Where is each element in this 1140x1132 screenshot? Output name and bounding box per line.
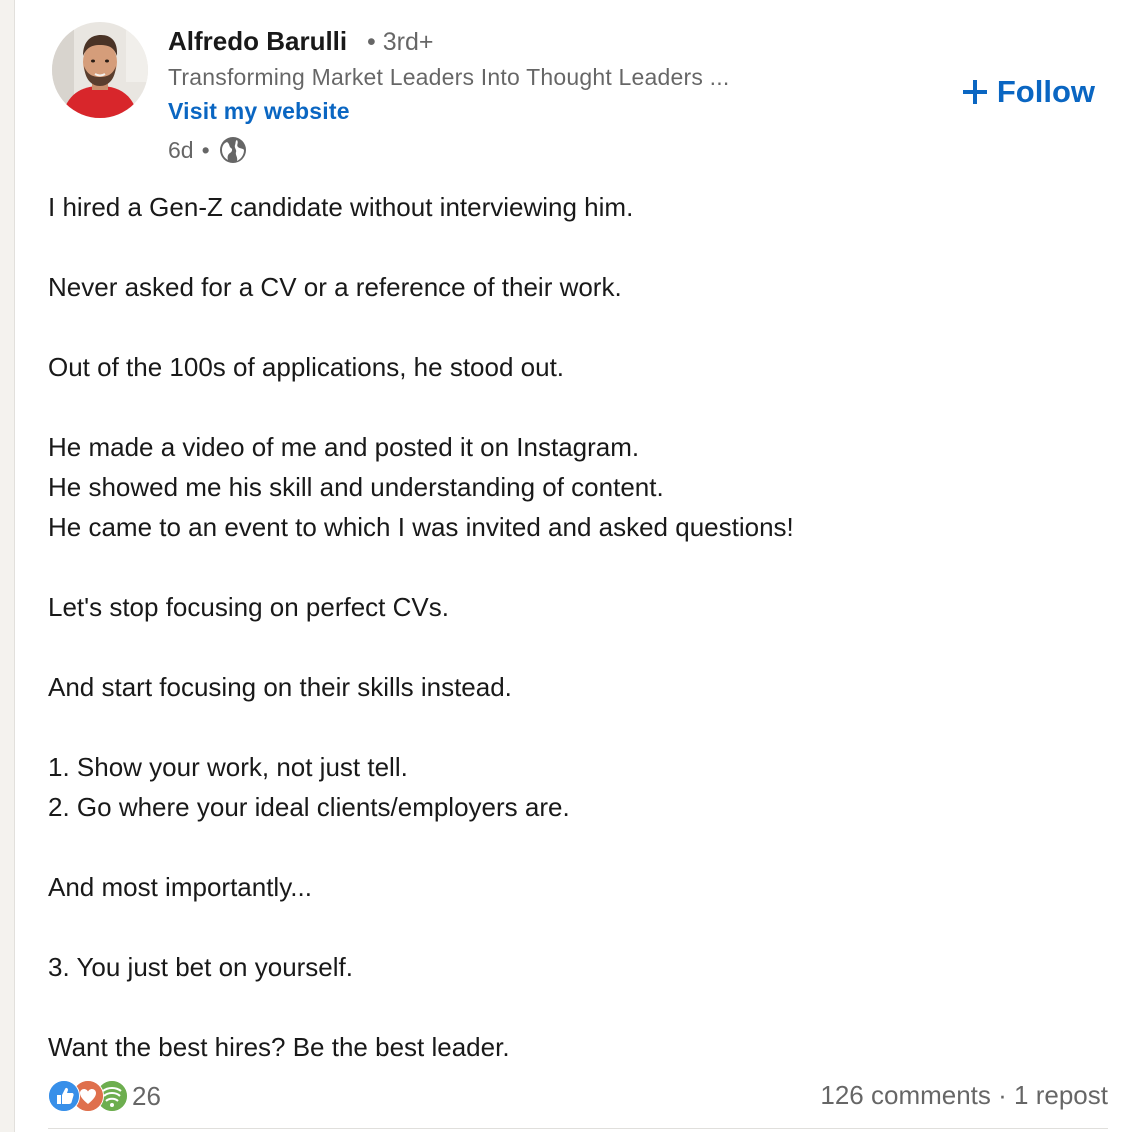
post-line: 1. Show your work, not just tell. [48, 752, 408, 782]
follow-button[interactable]: Follow [961, 74, 1095, 110]
like-icon [48, 1080, 80, 1112]
plus-icon [961, 78, 989, 106]
author-name[interactable]: Alfredo Barulli [168, 26, 347, 57]
connection-degree: • 3rd+ [367, 28, 433, 57]
degree-label: 3rd+ [382, 28, 434, 56]
comments-reposts: 126 comments · 1 repost [820, 1080, 1108, 1111]
post-line [48, 707, 1108, 747]
post-line: Never asked for a CV or a reference of t… [48, 272, 622, 302]
profile-photo [52, 22, 148, 118]
divider [48, 1128, 1108, 1129]
post-line [48, 827, 1108, 867]
post-line: Want the best hires? Be the best leader. [48, 1032, 510, 1062]
reposts-link[interactable]: 1 repost [1014, 1080, 1108, 1110]
follow-label: Follow [996, 74, 1095, 109]
post-line: He came to an event to which I was invit… [48, 512, 794, 542]
post-meta: 6d • [168, 135, 248, 165]
post-line [48, 227, 1108, 267]
post-line: And most importantly... [48, 872, 312, 902]
reactions-summary[interactable]: 26 [48, 1080, 161, 1112]
visit-website-link[interactable]: Visit my website [168, 98, 350, 125]
post-line: 2. Go where your ideal clients/employers… [48, 792, 570, 822]
author-headline: Transforming Market Leaders Into Thought… [168, 64, 730, 90]
post-line: Out of the 100s of applications, he stoo… [48, 352, 565, 382]
post-line: He made a video of me and posted it on I… [48, 432, 640, 462]
post-text: I hired a Gen-Z candidate without interv… [48, 187, 1108, 1067]
post-line [48, 547, 1108, 587]
post-line [48, 307, 1108, 347]
post-time: 6d [168, 136, 194, 163]
post-line: 3. You just bet on yourself. [48, 952, 353, 982]
meta-separator: • [201, 136, 210, 163]
counts-separator: · [998, 1080, 1007, 1110]
post-card: Alfredo Barulli • 3rd+ Transforming Mark… [14, 0, 1140, 1132]
post-line: I hired a Gen-Z candidate without interv… [48, 192, 634, 222]
post-line [48, 987, 1108, 1027]
post-line [48, 387, 1108, 427]
comments-link[interactable]: 126 comments [820, 1080, 991, 1110]
post-line [48, 627, 1108, 667]
author-avatar[interactable] [52, 22, 148, 118]
reaction-count: 26 [132, 1080, 161, 1111]
post-line: He showed me his skill and understanding… [48, 472, 664, 502]
degree-separator: • [367, 28, 376, 56]
globe-icon [218, 135, 248, 165]
post-line: Let's stop focusing on perfect CVs. [48, 592, 449, 622]
social-counts-bar: 26 126 comments · 1 repost [48, 1080, 1108, 1120]
post-line [48, 907, 1108, 947]
post-line: And start focusing on their skills inste… [48, 672, 512, 702]
reaction-icons [48, 1080, 128, 1112]
